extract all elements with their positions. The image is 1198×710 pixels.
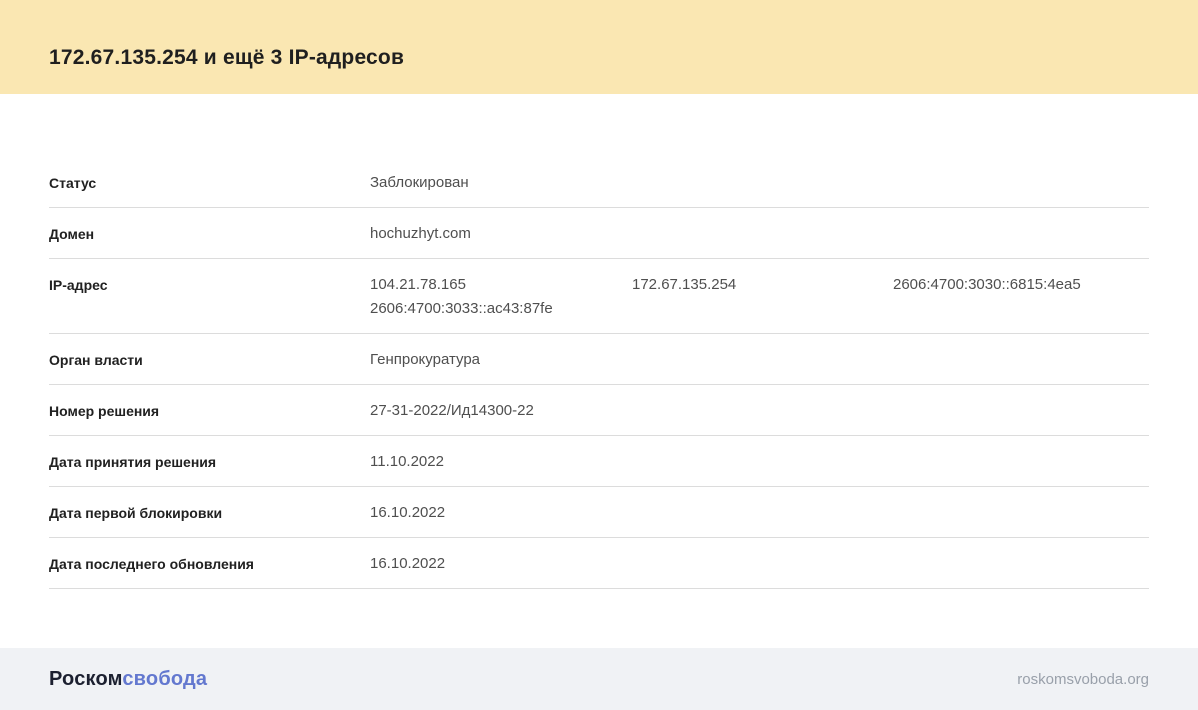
ip-address: 2606:4700:3030::6815:4ea5 bbox=[893, 276, 1081, 293]
last-update-date-value: 16.10.2022 bbox=[370, 555, 446, 572]
record-details: Статус Заблокирован Домен hochuzhyt.com … bbox=[0, 94, 1198, 648]
first-block-date-value: 16.10.2022 bbox=[370, 504, 446, 521]
table-row-decision-number: Номер решения 27-31-2022/Ид14300-22 bbox=[49, 385, 1149, 436]
page-footer: Роскомсвобода roskomsvoboda.org bbox=[0, 648, 1198, 710]
row-label: Статус bbox=[49, 175, 97, 191]
page: 172.67.135.254 и ещё 3 IP-адресов Статус… bbox=[0, 0, 1198, 710]
table-row-domain: Домен hochuzhyt.com bbox=[49, 208, 1149, 259]
row-label: Дата первой блокировки bbox=[49, 505, 223, 521]
authority-value: Генпрокуратура bbox=[370, 351, 481, 368]
domain-value: hochuzhyt.com bbox=[370, 225, 471, 242]
decision-date-value: 11.10.2022 bbox=[370, 453, 444, 470]
logo-text-dark: Роском bbox=[49, 667, 123, 690]
row-label: Номер решения bbox=[49, 403, 160, 419]
table-row-ip-addresses: IP-адрес 104.21.78.165 172.67.135.254 26… bbox=[49, 259, 1149, 334]
table-row-decision-date: Дата принятия решения 11.10.2022 bbox=[49, 436, 1149, 487]
site-url-link[interactable]: roskomsvoboda.org bbox=[1017, 671, 1149, 688]
row-label: Дата принятия решения bbox=[49, 454, 217, 470]
ip-address: 104.21.78.165 bbox=[370, 276, 466, 293]
table-row-first-block-date: Дата первой блокировки 16.10.2022 bbox=[49, 487, 1149, 538]
row-label: Домен bbox=[49, 226, 95, 242]
ip-address-list: 104.21.78.165 172.67.135.254 2606:4700:3… bbox=[370, 273, 1149, 321]
table-row-status: Статус Заблокирован bbox=[49, 157, 1149, 208]
page-title: 172.67.135.254 и ещё 3 IP-адресов bbox=[49, 46, 405, 69]
table-row-authority: Орган власти Генпрокуратура bbox=[49, 334, 1149, 385]
status-value: Заблокирован bbox=[370, 174, 469, 191]
table-row-last-update-date: Дата последнего обновления 16.10.2022 bbox=[49, 538, 1149, 589]
roskomsvoboda-logo[interactable]: Роскомсвобода bbox=[49, 668, 207, 691]
ip-address: 172.67.135.254 bbox=[632, 276, 737, 293]
ip-address: 2606:4700:3033::ac43:87fe bbox=[370, 300, 553, 317]
decision-number-value: 27-31-2022/Ид14300-22 bbox=[370, 402, 534, 419]
row-label: Орган власти bbox=[49, 352, 143, 368]
row-label: IP-адрес bbox=[49, 277, 108, 293]
page-header: 172.67.135.254 и ещё 3 IP-адресов bbox=[0, 0, 1198, 94]
logo-text-accent: свобода bbox=[122, 667, 208, 690]
row-label: Дата последнего обновления bbox=[49, 556, 254, 572]
